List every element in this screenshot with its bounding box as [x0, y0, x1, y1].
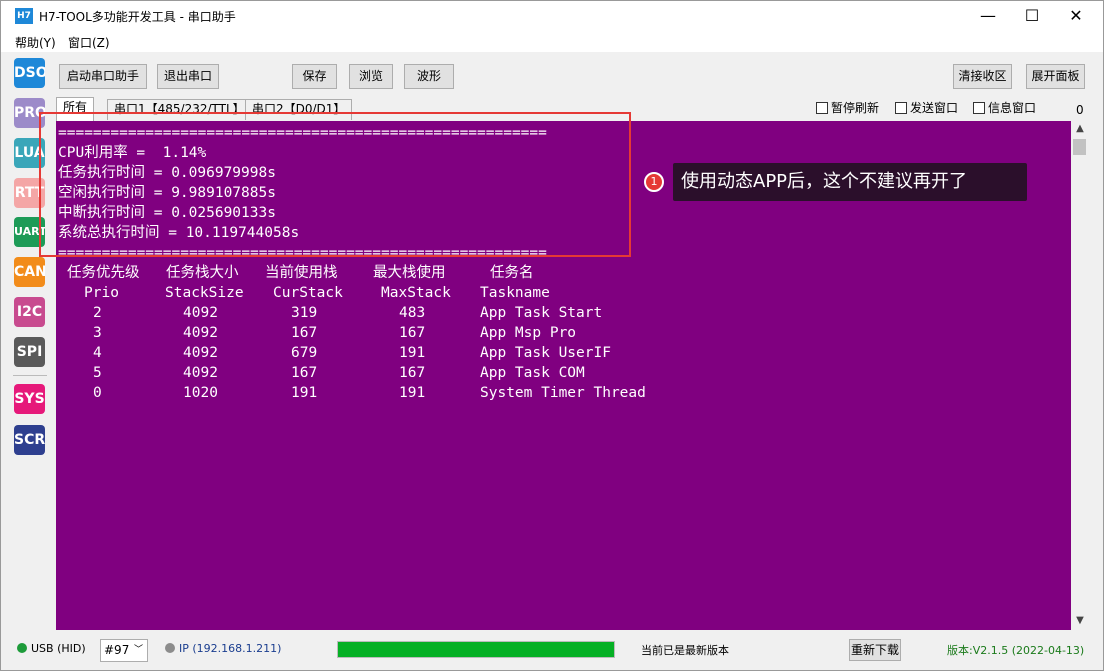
tool-dso-icon[interactable]: DSO — [14, 58, 45, 88]
title-bar: H7 H7-TOOL多功能开发工具 - 串口助手 — ☐ ✕ — [1, 1, 1103, 31]
usb-status-label: USB (HID) — [31, 642, 86, 655]
cell-curstack: 167 — [291, 325, 318, 341]
window-title: H7-TOOL多功能开发工具 - 串口助手 — [39, 10, 236, 24]
checkbox-box — [973, 102, 985, 114]
checkbox-label: 暂停刷新 — [831, 101, 880, 115]
cell-stacksize: 1020 — [183, 385, 218, 401]
minimize-button[interactable]: — — [965, 1, 1011, 31]
status-bar: USB (HID) #97 ﹀ IP (192.168.1.211) 当前已是最新… — [1, 635, 1103, 665]
cell-curstack: 191 — [291, 385, 318, 401]
update-message: 当前已是最新版本 — [641, 644, 729, 657]
header-prio-cn: 任务优先级 — [67, 265, 140, 281]
ip-status-label: IP (192.168.1.211) — [179, 642, 282, 655]
checkbox-box — [895, 102, 907, 114]
ip-status: IP (192.168.1.211) — [165, 642, 281, 655]
app-window: H7 H7-TOOL多功能开发工具 - 串口助手 — ☐ ✕ 帮助(Y) 窗口(… — [0, 0, 1104, 671]
cell-stacksize: 4092 — [183, 345, 218, 361]
version-label: 版本:V2.1.5 (2022-04-13) — [947, 644, 1085, 657]
ip-disconnected-icon — [165, 643, 175, 653]
cell-maxstack: 167 — [399, 325, 426, 341]
checkbox-label: 信息窗口 — [988, 101, 1037, 115]
cell-maxstack: 167 — [399, 365, 426, 381]
start-serial-button[interactable]: 启动串口助手 — [59, 64, 147, 89]
header-prio: Prio — [84, 285, 119, 301]
cell-curstack: 679 — [291, 345, 318, 361]
header-curstack: CurStack — [273, 285, 343, 301]
annotation-callout: 使用动态APP后，这个不建议再开了 — [673, 163, 1027, 201]
header-stacksize-cn: 任务栈大小 — [166, 265, 239, 281]
cell-curstack: 319 — [291, 305, 318, 321]
cell-prio: 5 — [93, 365, 102, 381]
annotation-number-badge: 1 — [644, 172, 664, 192]
pause-refresh-checkbox[interactable]: 暂停刷新 — [816, 99, 879, 116]
expand-panel-button[interactable]: 展开面板 — [1026, 64, 1085, 89]
scroll-down-icon[interactable]: ▼ — [1071, 613, 1089, 629]
cell-prio: 0 — [93, 385, 102, 401]
cell-taskname: App Task UserIF — [480, 345, 611, 361]
cell-prio: 3 — [93, 325, 102, 341]
maximize-button[interactable]: ☐ — [1009, 1, 1055, 31]
tool-spi-icon[interactable]: SPI — [14, 337, 45, 367]
tool-i2c-icon[interactable]: I2C — [14, 297, 45, 327]
header-stacksize: StackSize — [165, 285, 244, 301]
wave-button[interactable]: 波形 — [404, 64, 454, 89]
annotation-highlight-box — [39, 112, 631, 257]
terminal-scrollbar[interactable]: ▲ ▼ — [1071, 121, 1089, 630]
checkbox-box — [816, 102, 828, 114]
cell-prio: 4 — [93, 345, 102, 361]
cell-maxstack: 191 — [399, 385, 426, 401]
cell-taskname: App Task Start — [480, 305, 603, 321]
download-progress-bar — [337, 641, 615, 658]
tool-can-icon[interactable]: CAN — [14, 257, 45, 287]
tool-sys-icon[interactable]: SYS — [14, 384, 45, 414]
cell-stacksize: 4092 — [183, 305, 218, 321]
receive-counter: 0 — [1076, 103, 1084, 117]
cell-stacksize: 4092 — [183, 365, 218, 381]
menu-bar: 帮助(Y) 窗口(Z) — [1, 31, 1103, 52]
browse-button[interactable]: 浏览 — [349, 64, 393, 89]
cell-taskname: App Task COM — [480, 365, 585, 381]
usb-status: USB (HID) — [17, 642, 86, 655]
app-icon: H7 — [15, 8, 33, 24]
close-button[interactable]: ✕ — [1053, 1, 1099, 31]
scroll-up-icon[interactable]: ▲ — [1071, 121, 1089, 137]
header-maxstack-cn: 最大栈使用 — [373, 265, 446, 281]
header-taskname: Taskname — [480, 285, 550, 301]
cell-stacksize: 4092 — [183, 325, 218, 341]
tool-scr-icon[interactable]: SCR — [14, 425, 45, 455]
clear-receive-button[interactable]: 清接收区 — [953, 64, 1012, 89]
port-select[interactable]: #97 ﹀ — [100, 639, 148, 662]
scroll-thumb[interactable] — [1073, 139, 1086, 155]
cell-maxstack: 191 — [399, 345, 426, 361]
header-maxstack: MaxStack — [381, 285, 451, 301]
cell-taskname: System Timer Thread — [480, 385, 646, 401]
cell-taskname: App Msp Pro — [480, 325, 577, 341]
header-taskname-cn: 任务名 — [490, 265, 534, 281]
redownload-button[interactable]: 重新下载 — [849, 639, 901, 661]
exit-serial-button[interactable]: 退出串口 — [157, 64, 219, 89]
chevron-down-icon: ﹀ — [133, 645, 143, 655]
info-window-checkbox[interactable]: 信息窗口 — [973, 99, 1036, 116]
save-button[interactable]: 保存 — [292, 64, 337, 89]
menu-help[interactable]: 帮助(Y) — [15, 34, 56, 51]
menu-window[interactable]: 窗口(Z) — [68, 34, 110, 51]
checkbox-label: 发送窗口 — [910, 101, 959, 115]
cell-maxstack: 483 — [399, 305, 426, 321]
progress-fill — [338, 642, 614, 657]
cell-curstack: 167 — [291, 365, 318, 381]
usb-connected-icon — [17, 643, 27, 653]
header-curstack-cn: 当前使用栈 — [265, 265, 338, 281]
tool-separator — [13, 375, 47, 376]
send-window-checkbox[interactable]: 发送窗口 — [895, 99, 958, 116]
port-select-value: #97 — [104, 643, 130, 657]
cell-prio: 2 — [93, 305, 102, 321]
